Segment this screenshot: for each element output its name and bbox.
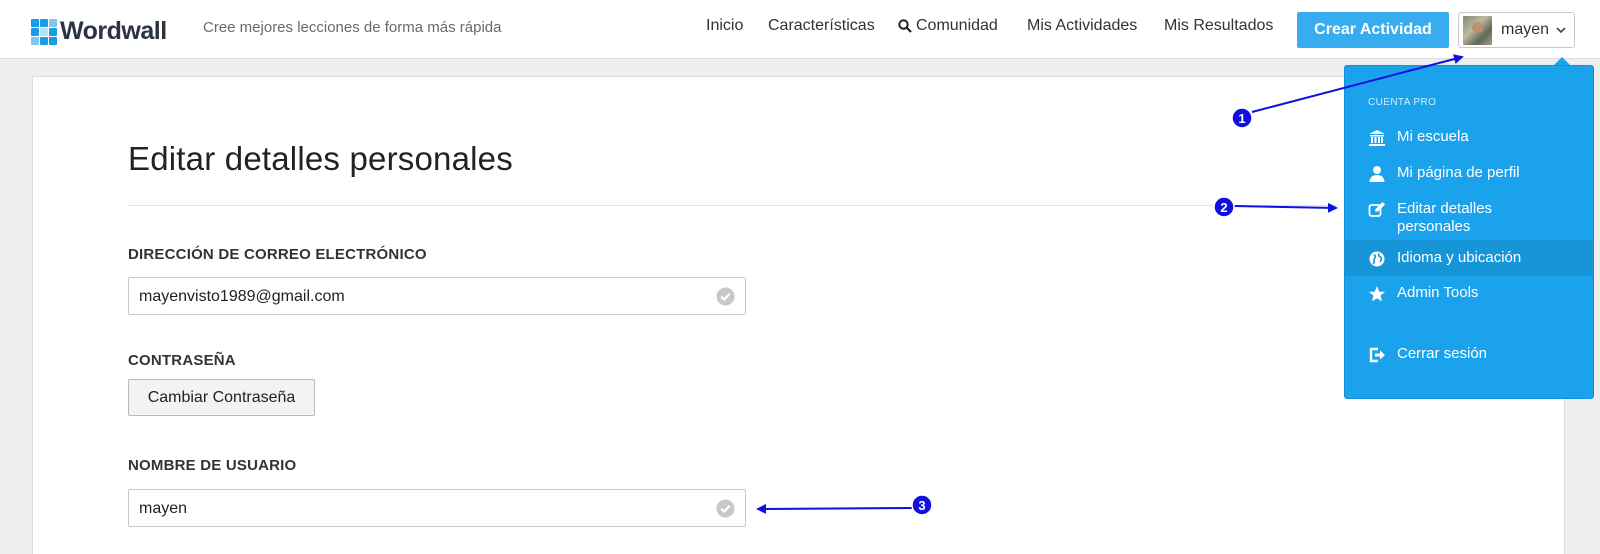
tagline: Cree mejores lecciones de forma más rápi… bbox=[203, 19, 502, 36]
nav-home[interactable]: Inicio bbox=[706, 17, 743, 35]
sign-out-icon bbox=[1369, 347, 1385, 363]
check-circle-icon bbox=[716, 287, 735, 306]
username-label: NOMBRE DE USUARIO bbox=[128, 457, 297, 474]
check-circle-icon bbox=[716, 499, 735, 518]
nav-features[interactable]: Características bbox=[768, 17, 875, 35]
username-field[interactable]: mayen bbox=[128, 489, 746, 527]
menu-item-my-profile[interactable]: Mi página de perfil bbox=[1345, 160, 1593, 186]
email-value: mayenvisto1989@gmail.com bbox=[139, 288, 345, 305]
nav-my-results[interactable]: Mis Resultados bbox=[1164, 17, 1273, 35]
title-divider bbox=[128, 205, 1338, 206]
logo-mark-icon bbox=[31, 18, 57, 45]
create-activity-button[interactable]: Crear Actividad bbox=[1297, 12, 1449, 48]
menu-item-label: Admin Tools bbox=[1397, 284, 1479, 301]
menu-item-label: Mi página de perfil bbox=[1397, 164, 1520, 181]
menu-item-edit-details[interactable]: Editar detalles personales bbox=[1345, 196, 1593, 238]
nav-my-activities[interactable]: Mis Actividades bbox=[1027, 17, 1137, 35]
menu-item-admin-tools[interactable]: Admin Tools bbox=[1345, 280, 1593, 306]
user-menu-button[interactable]: mayen bbox=[1458, 12, 1575, 48]
change-password-button[interactable]: Cambiar Contraseña bbox=[128, 379, 315, 416]
username-value: mayen bbox=[139, 500, 188, 517]
menu-item-label: Editar detalles personales bbox=[1397, 200, 1493, 235]
email-field[interactable]: mayenvisto1989@gmail.com bbox=[128, 277, 746, 315]
password-label: CONTRASEÑA bbox=[128, 352, 236, 369]
chevron-down-icon bbox=[1556, 27, 1566, 34]
menu-item-label: Mi escuela bbox=[1397, 128, 1469, 145]
globe-icon bbox=[1369, 251, 1385, 267]
menu-item-label: Cerrar sesión bbox=[1397, 345, 1488, 362]
email-label: DIRECCIÓN DE CORREO ELECTRÓNICO bbox=[128, 246, 427, 263]
menu-item-my-school[interactable]: Mi escuela bbox=[1345, 124, 1593, 150]
menu-item-sign-out[interactable]: Cerrar sesión bbox=[1345, 341, 1593, 367]
top-header: Wordwall Cree mejores lecciones de forma… bbox=[0, 0, 1600, 59]
brand-name: Wordwall bbox=[60, 17, 167, 45]
user-name: mayen bbox=[1501, 21, 1550, 38]
page-title: Editar detalles personales bbox=[128, 140, 513, 177]
nav-community[interactable]: Comunidad bbox=[898, 17, 998, 35]
wordwall-logo[interactable]: Wordwall bbox=[31, 17, 167, 46]
user-dropdown-menu: CUENTA PRO Mi escuela Mi página de perfi… bbox=[1344, 65, 1594, 399]
avatar bbox=[1463, 15, 1492, 45]
edit-icon bbox=[1368, 202, 1385, 217]
dropdown-heading: CUENTA PRO bbox=[1368, 97, 1437, 108]
search-icon bbox=[898, 19, 912, 33]
menu-item-label: Idioma y ubicación bbox=[1397, 249, 1522, 266]
user-icon bbox=[1369, 166, 1385, 182]
menu-item-language-location[interactable]: Idioma y ubicación bbox=[1345, 240, 1593, 276]
star-icon bbox=[1369, 286, 1385, 302]
bank-icon bbox=[1369, 130, 1385, 146]
nav-community-label: Comunidad bbox=[916, 17, 998, 34]
